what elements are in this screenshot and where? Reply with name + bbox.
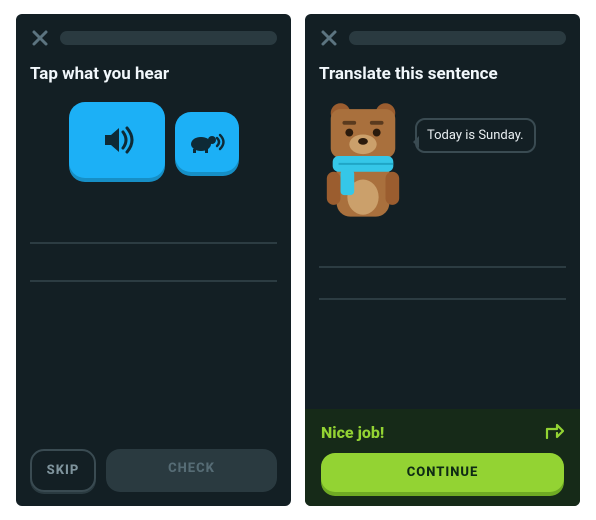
answer-slot-area xyxy=(30,206,277,282)
answer-line[interactable] xyxy=(30,244,277,282)
feedback-header: Nice job! xyxy=(321,421,564,443)
close-icon[interactable] xyxy=(30,28,50,48)
top-bar xyxy=(30,28,277,48)
answer-line[interactable] xyxy=(319,268,566,300)
skip-button[interactable]: SKIP xyxy=(30,449,96,492)
progress-bar xyxy=(349,31,566,45)
word-bank xyxy=(30,423,277,443)
progress-bar xyxy=(60,31,277,45)
feedback-text: Nice job! xyxy=(321,423,384,442)
screen-translate-exercise: Translate this sentence xyxy=(305,14,580,506)
speech-bubble[interactable]: Today is Sunday. xyxy=(415,118,536,153)
close-icon[interactable] xyxy=(319,28,339,48)
audio-controls xyxy=(30,102,277,178)
character-scene: Today is Sunday. xyxy=(319,98,566,218)
exercise-prompt: Translate this sentence xyxy=(319,64,566,84)
answer-line[interactable] xyxy=(30,206,277,244)
answer-line[interactable] xyxy=(319,236,566,268)
sentence-text: Today is Sunday. xyxy=(427,128,524,143)
exercise-prompt: Tap what you hear xyxy=(30,64,277,84)
screen-listening-exercise: Tap what you hear SKIP xyxy=(16,14,291,506)
bear-character-icon xyxy=(319,98,407,218)
bottom-action-bar: SKIP CHECK xyxy=(30,449,277,492)
top-bar xyxy=(319,28,566,48)
feedback-panel: Nice job! CONTINUE xyxy=(305,409,580,506)
word-bank xyxy=(319,395,566,399)
check-button[interactable]: CHECK xyxy=(106,449,277,492)
play-slow-audio-button[interactable] xyxy=(175,112,239,172)
continue-button[interactable]: CONTINUE xyxy=(321,453,564,492)
speaker-icon xyxy=(95,118,139,162)
play-audio-button[interactable] xyxy=(69,102,165,178)
answer-slot-area xyxy=(319,232,566,302)
share-icon[interactable] xyxy=(544,421,564,443)
turtle-speaker-icon xyxy=(187,126,227,158)
